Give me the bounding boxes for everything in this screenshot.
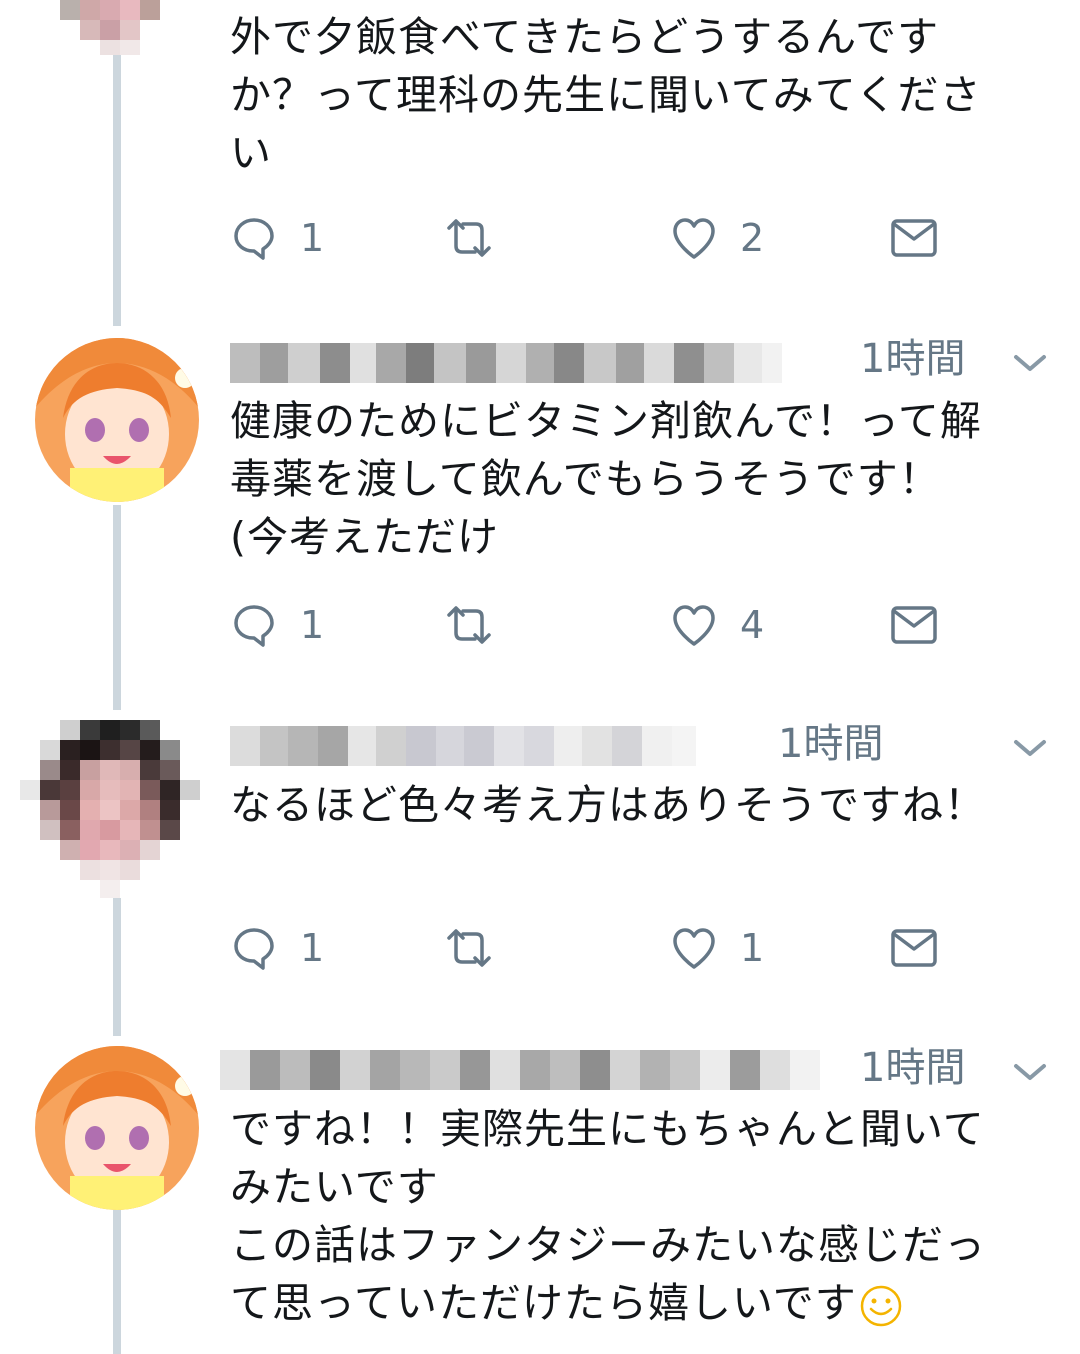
like-button[interactable]: 4 [670, 595, 764, 655]
like-count: 4 [740, 603, 765, 647]
avatar-pixelated[interactable] [20, 720, 200, 898]
reply-count: 1 [300, 216, 325, 260]
tweet-timestamp[interactable]: 1時間 [860, 1040, 965, 1096]
heart-icon [673, 605, 715, 646]
tweet-text: 外で夕飯食べてきたらどうするんです か？って理科の先生に聞いてみてくださ い [230, 13, 982, 177]
retweet-button[interactable] [445, 918, 515, 978]
heart-icon [673, 928, 715, 969]
tweet-timestamp[interactable]: 1時間 [860, 331, 965, 387]
tweet-header: 1時間 [220, 1042, 1050, 1098]
username-pixelated[interactable] [230, 726, 696, 766]
tweet-header: 1時間 [230, 335, 1050, 391]
like-button[interactable]: 2 [670, 208, 764, 268]
retweet-icon [447, 606, 491, 644]
dm-button[interactable] [890, 595, 938, 655]
tweet-text: ですね！！実際先生にもちゃんと聞いて みたいです この話はファンタジーみたいな感… [230, 1100, 1050, 1332]
reply-icon [234, 605, 274, 647]
reply-icon [234, 928, 274, 970]
avatar[interactable] [35, 1046, 199, 1210]
username-pixelated[interactable] [220, 1050, 820, 1090]
reply-button[interactable]: 1 [230, 208, 324, 268]
reply-count: 1 [300, 603, 325, 647]
reply-count: 1 [300, 926, 325, 970]
chevron-down-icon[interactable] [1010, 728, 1050, 768]
tweet-actions: 1 1 [230, 918, 1050, 978]
smiling-face-emoji-icon [860, 1285, 901, 1327]
retweet-button[interactable] [445, 208, 515, 268]
retweet-icon [447, 929, 491, 967]
envelope-icon [891, 929, 937, 967]
reply-button[interactable]: 1 [230, 918, 324, 978]
thread-line [113, 1210, 121, 1354]
dm-button[interactable] [890, 918, 938, 978]
dm-button[interactable] [890, 208, 938, 268]
avatar[interactable] [35, 338, 199, 502]
envelope-icon [891, 219, 937, 257]
chevron-down-icon[interactable] [1010, 343, 1050, 383]
tweet-actions: 1 4 [230, 595, 1050, 655]
envelope-icon [891, 606, 937, 644]
avatar-pixelated[interactable] [60, 0, 175, 55]
chevron-down-icon[interactable] [1010, 1052, 1050, 1092]
tweet-actions: 1 2 [230, 208, 1050, 268]
reply-icon [234, 218, 274, 260]
reply-button[interactable]: 1 [230, 595, 324, 655]
tweet-timestamp[interactable]: 1時間 [778, 716, 883, 772]
like-button[interactable]: 1 [670, 918, 764, 978]
heart-icon [673, 218, 715, 259]
tweet-text: 健康のためにビタミン剤飲んで！って解 毒薬を渡して飲んでもらうそうです！ (今考… [230, 397, 982, 561]
retweet-icon [447, 219, 491, 257]
tweet-text: なるほど色々考え方はありそうですね！ [230, 781, 986, 829]
retweet-button[interactable] [445, 595, 515, 655]
like-count: 1 [740, 926, 765, 970]
username-pixelated[interactable] [230, 343, 782, 383]
like-count: 2 [740, 216, 765, 260]
thread-line [113, 505, 121, 710]
tweet-header: 1時間 [230, 718, 1050, 774]
thread-line [113, 898, 121, 1036]
